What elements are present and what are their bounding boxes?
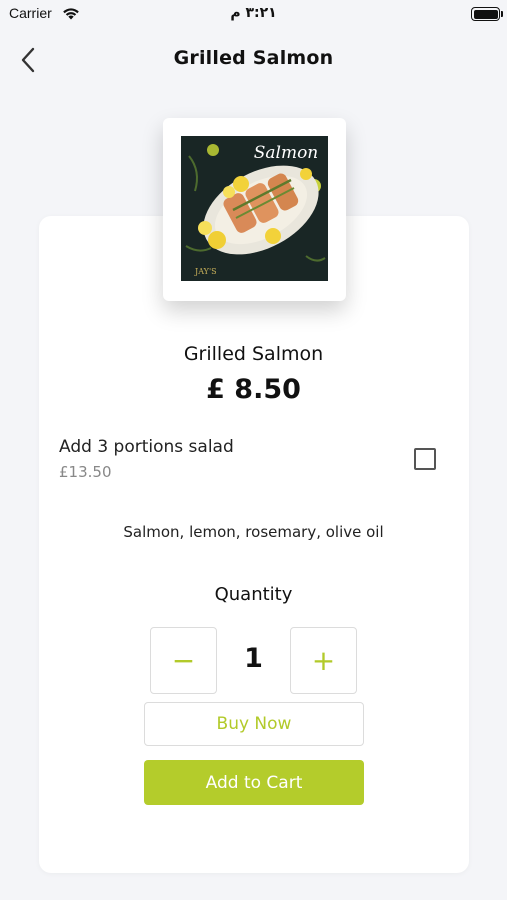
ingredients-text: Salmon, lemon, rosemary, olive oil xyxy=(123,523,384,541)
product-name: Grilled Salmon xyxy=(183,343,324,365)
status-bar: Carrier ٣:٢١ م xyxy=(0,0,507,28)
buy-now-label: Buy Now xyxy=(216,714,292,734)
add-to-cart-label: Add to Cart xyxy=(205,772,303,793)
battery-tip xyxy=(501,11,503,17)
product-image-frame: Salmon JAY'S xyxy=(163,118,346,301)
add-to-cart-button[interactable]: Add to Cart xyxy=(144,760,364,805)
addon-label: Add 3 portions salad xyxy=(59,437,234,457)
quantity-value: 1 xyxy=(244,643,263,674)
minus-icon: − xyxy=(171,644,196,677)
decrease-quantity-button[interactable]: − xyxy=(150,627,217,694)
status-time: ٣:٢١ م xyxy=(230,5,277,21)
svg-text:Salmon: Salmon xyxy=(254,143,319,163)
product-price: £ 8.50 xyxy=(206,374,301,405)
plus-icon: + xyxy=(311,644,336,677)
addon-price: £13.50 xyxy=(59,463,112,481)
increase-quantity-button[interactable]: + xyxy=(290,627,357,694)
battery-icon xyxy=(471,7,500,21)
addon-checkbox[interactable] xyxy=(414,448,436,470)
buy-now-button[interactable]: Buy Now xyxy=(144,702,364,746)
quantity-label: Quantity xyxy=(214,584,293,605)
salmon-dish-image: Salmon JAY'S xyxy=(181,136,328,281)
svg-text:JAY'S: JAY'S xyxy=(194,267,217,276)
page-title: Grilled Salmon xyxy=(173,47,334,69)
